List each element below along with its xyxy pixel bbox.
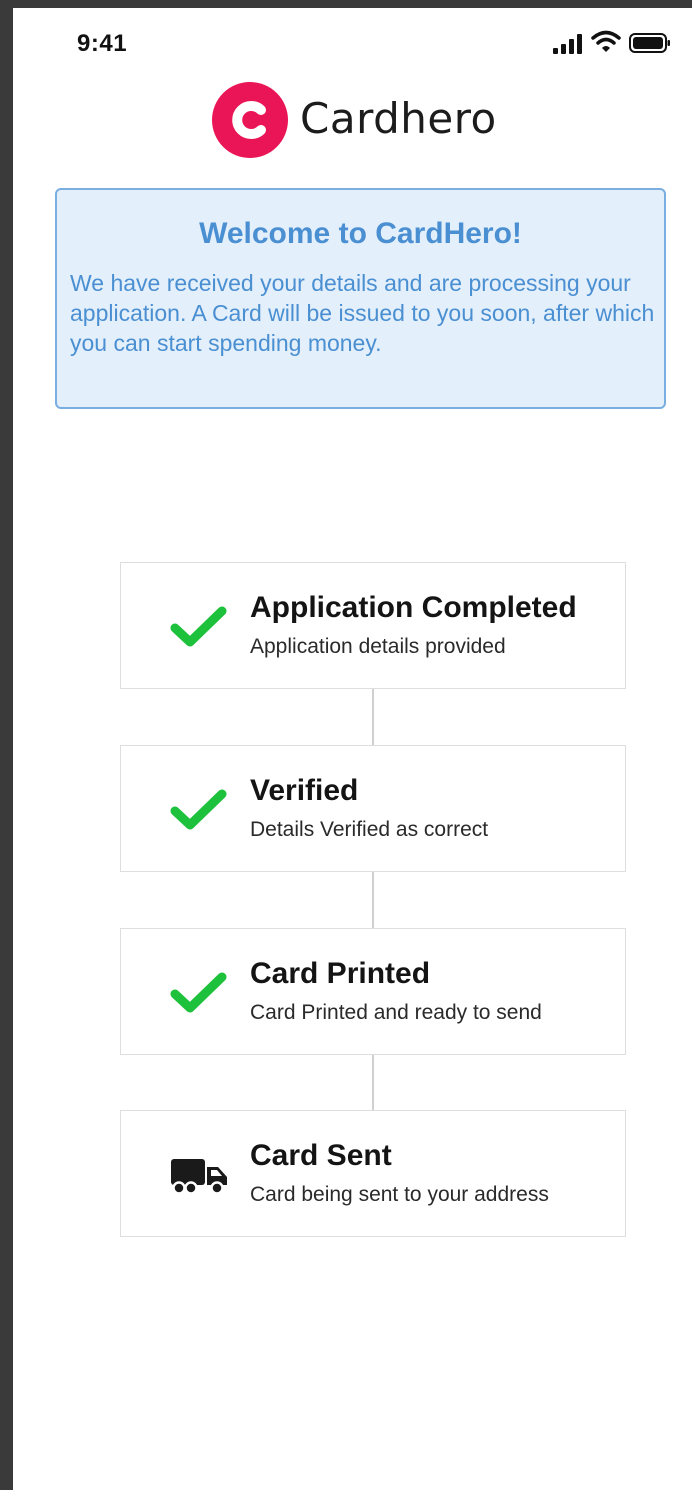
step-connector [372,872,374,928]
wifi-icon [591,30,621,52]
status-time: 9:41 [77,30,128,57]
check-icon [170,972,227,1013]
status-icons [553,30,683,58]
logo-mark [212,82,288,158]
step-connector [372,689,374,745]
step-description: Card Printed and ready to send [250,1001,542,1024]
step-title: Card Sent [250,1139,392,1172]
brand-name: Cardhero [300,94,497,143]
device-frame-top [0,0,692,8]
step-title: Card Printed [250,957,431,990]
step-card-verified: Verified Details Verified as correct [120,745,626,872]
battery-icon [629,33,670,53]
logo-c-icon [232,101,266,139]
step-card-card-sent: Card Sent Card being sent to your addres… [120,1110,626,1237]
step-card-application-completed: Application Completed Application detail… [120,562,626,689]
step-description: Details Verified as correct [250,818,489,841]
signal-icon [553,34,582,54]
step-description: Card being sent to your address [250,1183,549,1206]
step-connector [372,1055,374,1110]
welcome-banner: Welcome to CardHero! We have received yo… [55,188,666,409]
step-title: Application Completed [250,591,577,624]
welcome-title: Welcome to CardHero! [199,217,522,250]
truck-icon [171,1159,227,1195]
device-frame-left [0,0,13,1490]
app-screen: 9:41 Cardhero Welcome to CardHero! We ha… [13,8,692,1490]
check-icon [170,606,227,647]
step-description: Application details provided [250,635,506,658]
step-title: Verified [250,774,359,807]
brand-logo: Cardhero [212,82,532,162]
step-card-card-printed: Card Printed Card Printed and ready to s… [120,928,626,1055]
check-icon [170,789,227,830]
welcome-message: We have received your details and are pr… [70,270,655,356]
